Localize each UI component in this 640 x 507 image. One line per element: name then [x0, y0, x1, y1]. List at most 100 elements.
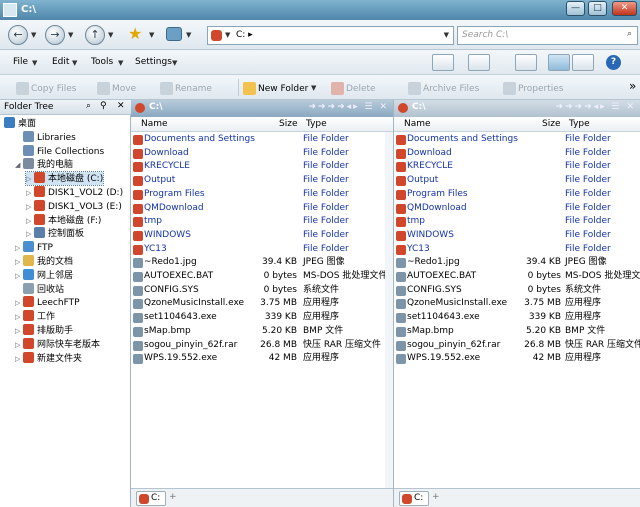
tree-node[interactable]: ▷ DISK1_VOL3 (E:) [26, 199, 122, 214]
tree-node[interactable]: 桌面 [4, 117, 36, 130]
new-folder-button[interactable]: New Folder [243, 82, 308, 95]
tree-node[interactable]: Libraries [15, 130, 76, 144]
rename-button[interactable]: Rename [160, 82, 212, 95]
tree-expand-icon[interactable]: ▷ [26, 173, 34, 186]
view-mode-icon[interactable] [432, 54, 454, 71]
tree-node[interactable]: ▷ 本地磁盘 (F:) [26, 213, 101, 228]
address-bar[interactable]: ▼ C: ▸ ▼ [207, 26, 454, 45]
address-path[interactable]: C: ▸ [236, 30, 253, 40]
left-file-row[interactable]: Download File Folder [131, 147, 393, 161]
address-dropdown-icon[interactable]: ▼ [225, 31, 230, 39]
toolbar-overflow-button[interactable]: » [629, 79, 636, 93]
forward-icon[interactable]: → [45, 25, 65, 45]
tree-expand-icon[interactable]: ▷ [26, 187, 34, 200]
help-icon[interactable]: ? [606, 55, 621, 70]
tree-node[interactable]: ▷ 我的文档 [15, 255, 73, 268]
right-file-row[interactable]: Program Files File Folder [394, 188, 640, 202]
favorites-dropdown-icon[interactable]: ▼ [149, 31, 154, 39]
move-button[interactable]: Move [97, 82, 136, 95]
search-icon[interactable]: ⌕ [627, 29, 632, 39]
properties-button[interactable]: Properties [503, 82, 563, 95]
left-file-row[interactable]: QzoneMusicInstall.exe 3.75 MB 应用程序 [131, 297, 393, 311]
layout-icon[interactable] [515, 54, 537, 71]
tree-node[interactable]: ▷ FTP [15, 241, 53, 254]
left-file-row[interactable]: Program Files File Folder [131, 188, 393, 202]
minimize-button[interactable]: — [566, 1, 585, 16]
left-file-row[interactable]: KRECYCLE File Folder [131, 160, 393, 174]
back-icon[interactable]: ← [8, 25, 28, 45]
tree-search-icon[interactable]: ⌕ [86, 101, 91, 111]
right-file-row[interactable]: Output File Folder [394, 174, 640, 188]
edit-icon[interactable] [468, 54, 490, 71]
right-new-tab-button[interactable]: + [432, 492, 440, 502]
left-file-row[interactable]: QMDownload File Folder [131, 202, 393, 216]
left-file-row[interactable]: YC13 File Folder [131, 243, 393, 257]
right-file-row[interactable]: QMDownload File Folder [394, 202, 640, 216]
tree-expand-icon[interactable]: ▷ [26, 201, 34, 214]
left-file-row[interactable]: sogou_pinyin_62f.rar 26.8 MB 快压 RAR 压缩文件 [131, 339, 393, 353]
archive-files-button[interactable]: Archive Files [408, 82, 479, 95]
left-tab-c[interactable]: C: [136, 491, 166, 506]
right-file-row[interactable]: CONFIG.SYS 0 bytes 系统文件 [394, 284, 640, 298]
right-file-row[interactable]: tmp File Folder [394, 215, 640, 229]
left-file-row[interactable]: tmp File Folder [131, 215, 393, 229]
tree-expand-icon[interactable]: ▷ [26, 215, 34, 228]
left-file-row[interactable]: ~Redo1.jpg 39.4 KB JPEG 图像 [131, 256, 393, 270]
tree-node[interactable]: ▷ 本地磁盘 (C:) [24, 171, 105, 187]
tree-expand-icon[interactable]: ▷ [15, 353, 23, 366]
left-file-row[interactable]: AUTOEXEC.BAT 0 bytes MS-DOS 批处理文件 [131, 270, 393, 284]
right-file-row[interactable]: YC13 File Folder [394, 243, 640, 257]
tree-expand-icon[interactable]: ▷ [15, 242, 23, 255]
title-bar[interactable]: C:\ — □ ✕ [0, 0, 640, 20]
copy-files-button[interactable]: Copy Files [16, 82, 76, 95]
menu-file-dropdown-icon[interactable]: ▼ [32, 59, 37, 67]
tree-expand-icon[interactable]: ▷ [15, 256, 23, 269]
up-dropdown-icon[interactable]: ▼ [108, 31, 113, 39]
network-icon[interactable] [166, 27, 182, 41]
right-tab-c[interactable]: C: [399, 491, 429, 506]
right-file-row[interactable]: QzoneMusicInstall.exe 3.75 MB 应用程序 [394, 297, 640, 311]
tree-close-icon[interactable]: ✕ [117, 101, 125, 111]
menu-settings-dropdown-icon[interactable]: ▼ [172, 59, 177, 67]
tree-node[interactable]: 回收站 [15, 282, 64, 296]
right-file-row[interactable]: AUTOEXEC.BAT 0 bytes MS-DOS 批处理文件 [394, 270, 640, 284]
network-dropdown-icon[interactable]: ▼ [186, 31, 191, 39]
menu-tools[interactable]: Tools [91, 57, 113, 67]
left-file-row[interactable]: sMap.bmp 5.20 KB BMP 文件 [131, 325, 393, 339]
right-file-row[interactable]: sogou_pinyin_62f.rar 26.8 MB 快压 RAR 压缩文件 [394, 339, 640, 353]
left-new-tab-button[interactable]: + [169, 492, 177, 502]
tree-node[interactable]: ▷ 网际快车老版本 [15, 337, 100, 351]
tree-expand-icon[interactable]: ◢ [15, 159, 23, 172]
tree-expand-icon[interactable]: ▷ [26, 228, 34, 241]
menu-file[interactable]: File [13, 57, 28, 67]
search-input[interactable]: Search C:\ ⌕ [457, 26, 638, 45]
right-file-row[interactable]: WPS.19.552.exe 42 MB 应用程序 [394, 352, 640, 366]
close-button[interactable]: ✕ [612, 1, 637, 16]
menu-tools-dropdown-icon[interactable]: ▼ [118, 59, 123, 67]
new-folder-dropdown-icon[interactable]: ▼ [311, 84, 316, 92]
tree-node[interactable]: ▷ 网上邻居 [15, 268, 73, 282]
left-file-row[interactable]: set1104643.exe 339 KB 应用程序 [131, 311, 393, 325]
tree-node[interactable]: File Collections [15, 144, 104, 158]
left-file-row[interactable]: Documents and Settings File Folder [131, 133, 393, 147]
delete-button[interactable]: Delete [331, 82, 376, 95]
back-dropdown-icon[interactable]: ▼ [31, 31, 36, 39]
tree-expand-icon[interactable]: ▷ [15, 325, 23, 338]
left-file-row[interactable]: WINDOWS File Folder [131, 229, 393, 243]
up-icon[interactable]: ↑ [85, 25, 105, 45]
right-pane-controls-icon[interactable]: ➜➜➜➜◂▸ ☰ ✕ [555, 102, 636, 112]
menu-edit[interactable]: Edit [52, 57, 69, 67]
tree-node[interactable]: ▷ DISK1_VOL2 (D:) [26, 186, 123, 199]
right-file-row[interactable]: set1104643.exe 339 KB 应用程序 [394, 311, 640, 325]
menu-settings[interactable]: Settings [135, 57, 172, 67]
tree-node[interactable]: ▷ 新建文件夹 [15, 351, 82, 366]
left-col-name[interactable]: Name [141, 119, 168, 129]
right-file-row[interactable]: WINDOWS File Folder [394, 229, 640, 243]
right-col-name[interactable]: Name [404, 119, 431, 129]
right-col-type[interactable]: Type [569, 119, 590, 129]
dual-pane-icon[interactable] [548, 54, 570, 71]
tree-node[interactable]: ▷ 控制面板 [26, 227, 84, 240]
left-col-type[interactable]: Type [306, 119, 327, 129]
right-col-size[interactable]: Size [542, 119, 560, 129]
tree-node[interactable]: ▷ 工作 [15, 310, 55, 323]
